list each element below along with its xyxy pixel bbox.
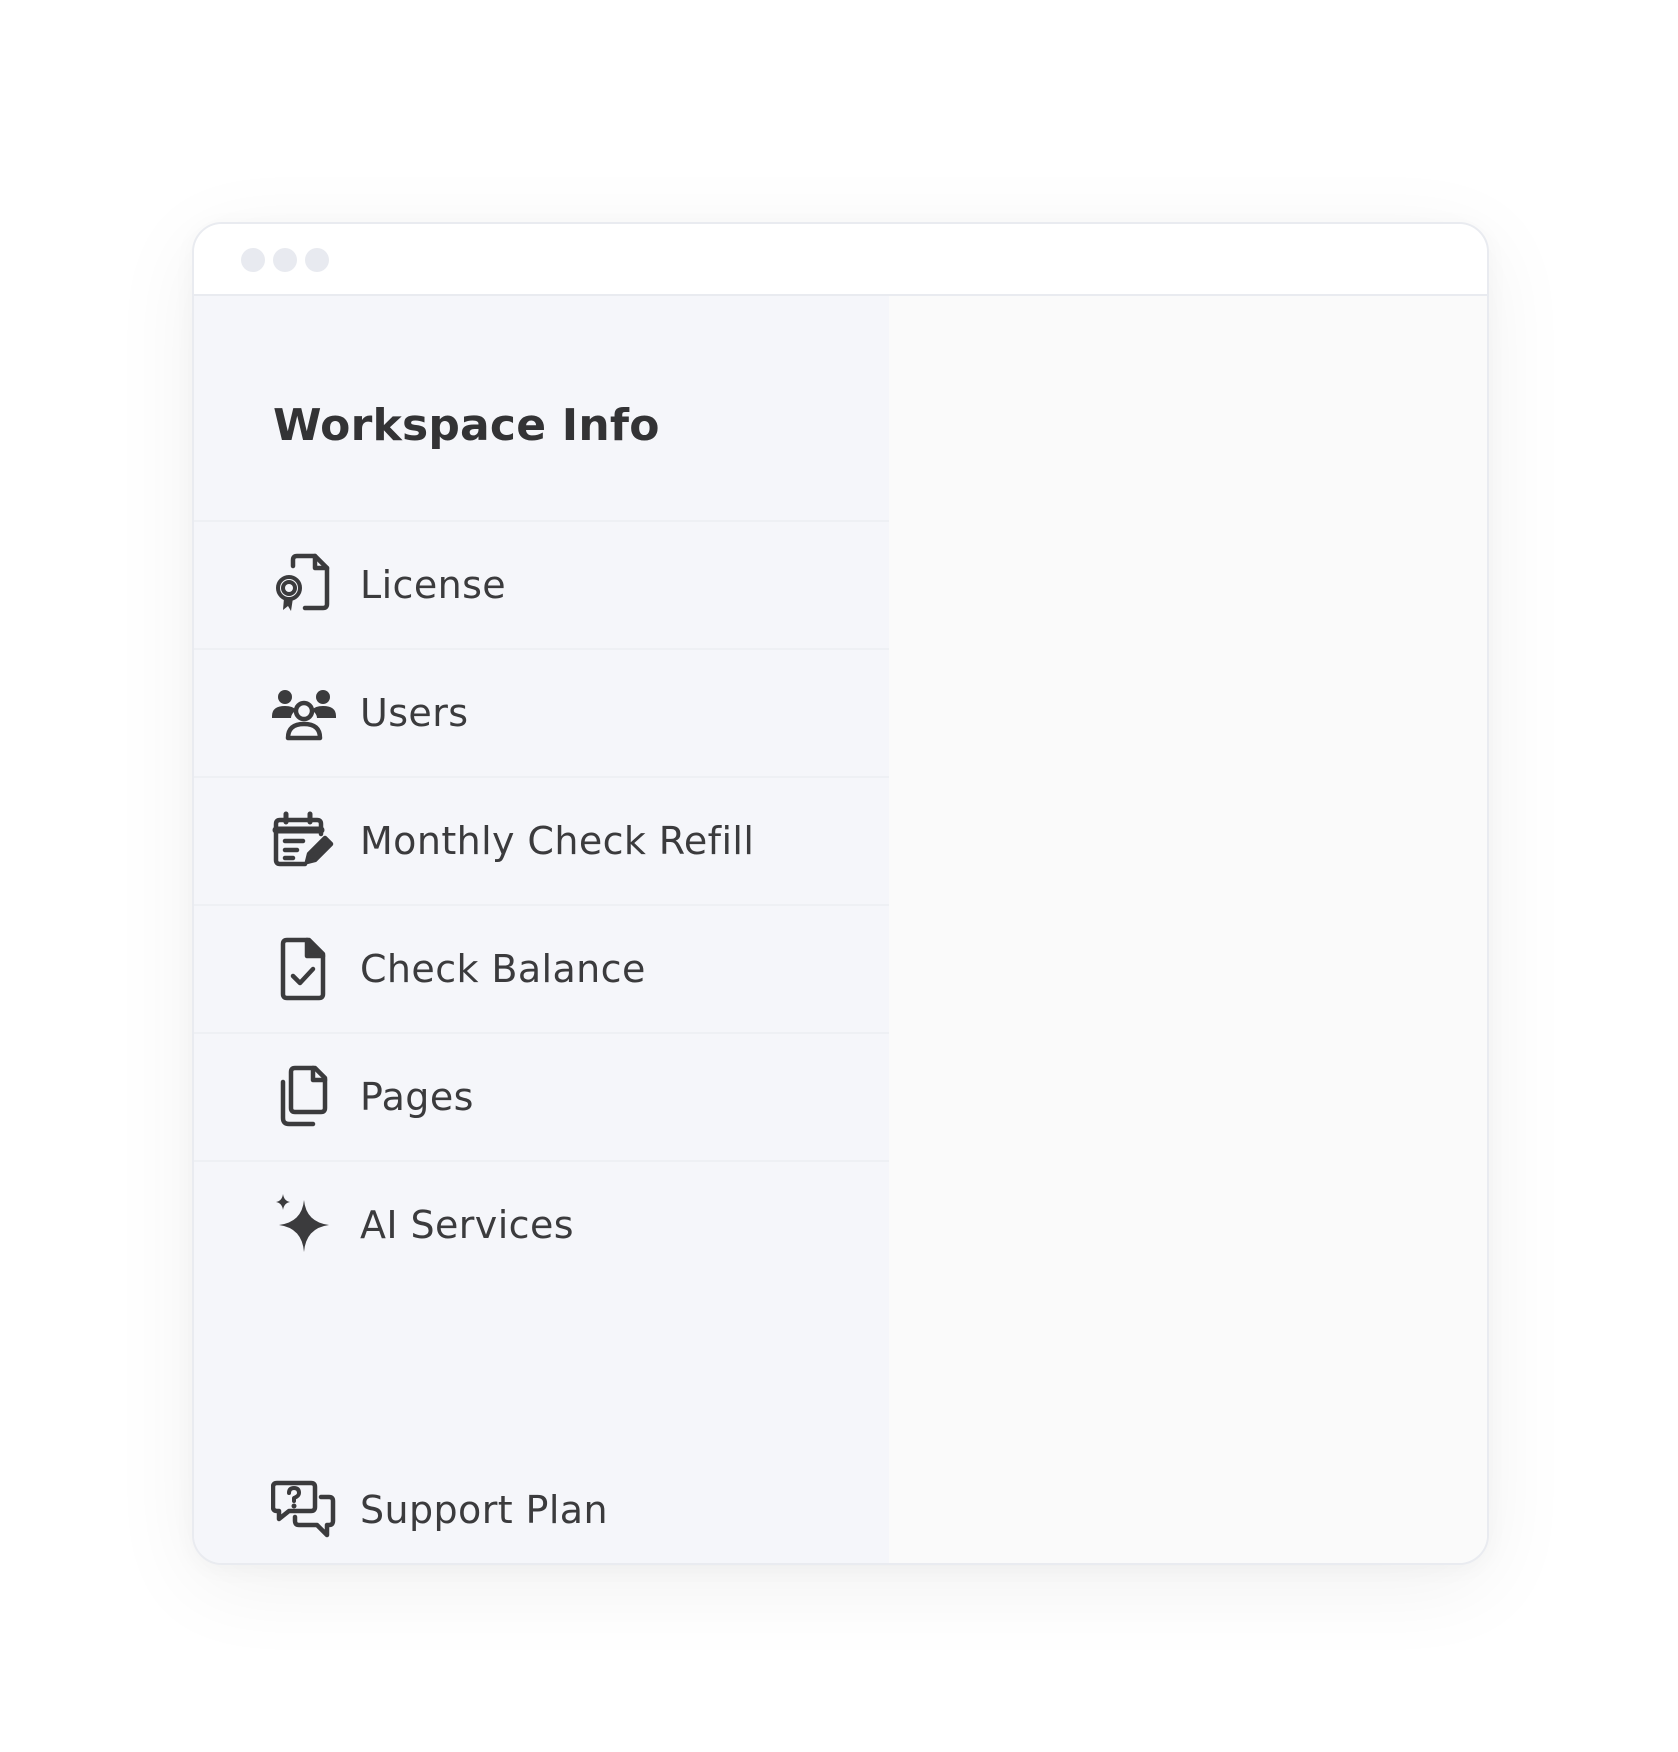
sparkle-icon	[271, 1192, 337, 1258]
sidebar-item-label: Check Balance	[360, 947, 646, 991]
sidebar-item-support-plan[interactable]: Support Plan	[194, 1470, 889, 1550]
sidebar-item-users[interactable]: Users	[194, 648, 889, 776]
sidebar-item-label: Support Plan	[360, 1488, 608, 1532]
calendar-edit-icon	[271, 808, 337, 874]
main-content-area	[889, 296, 1487, 1563]
window-dot-minimize[interactable]	[273, 248, 297, 272]
sidebar-item-label: AI Services	[360, 1203, 574, 1247]
sidebar-item-check-balance[interactable]: Check Balance	[194, 904, 889, 1032]
sidebar-item-label: Monthly Check Refill	[360, 819, 755, 863]
pages-icon	[271, 1064, 337, 1130]
sidebar-item-label: License	[360, 563, 507, 607]
sidebar-item-pages[interactable]: Pages	[194, 1032, 889, 1160]
app-window: Workspace Info License Users Monthly Che…	[192, 222, 1489, 1565]
window-dot-maximize[interactable]	[305, 248, 329, 272]
sidebar-item-monthly-check-refill[interactable]: Monthly Check Refill	[194, 776, 889, 904]
sidebar-item-license[interactable]: License	[194, 520, 889, 648]
sidebar-menu: License Users Monthly Check Refill Check…	[194, 520, 889, 1288]
support-chat-icon	[271, 1477, 337, 1543]
license-icon	[271, 552, 337, 618]
sidebar-item-label: Pages	[360, 1075, 474, 1119]
sidebar-title: Workspace Info	[273, 400, 660, 451]
sidebar: Workspace Info License Users Monthly Che…	[194, 296, 889, 1563]
sidebar-item-label: Users	[360, 691, 469, 735]
document-check-icon	[271, 936, 337, 1002]
window-titlebar	[194, 224, 1487, 296]
window-dot-close[interactable]	[241, 248, 265, 272]
users-icon	[271, 680, 337, 746]
sidebar-item-ai-services[interactable]: AI Services	[194, 1160, 889, 1288]
